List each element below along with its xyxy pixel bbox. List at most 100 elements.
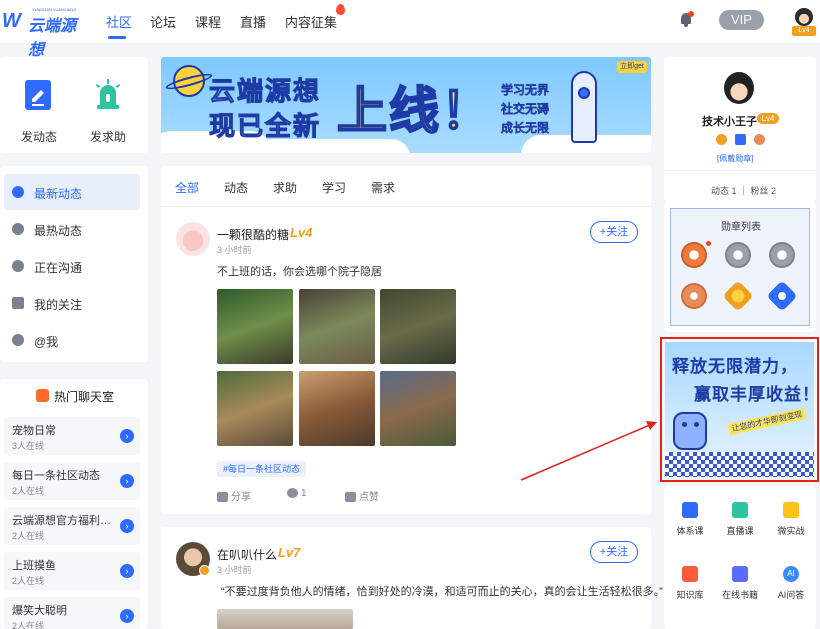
launch-banner[interactable]: 云端源想 现已全新 上线！ 学习无界 社交无碍 成长无限 立即get [161,57,651,153]
chat-rooms-title: 热门聊天室 [54,390,115,404]
banner-line1: 云端源想 [208,76,322,107]
like-label: 点赞 [359,492,379,503]
post-author-level: Lv4 [290,225,313,240]
compass-icon [12,186,24,198]
comment-action[interactable]: 1 [287,488,307,499]
tool-ai-qa[interactable]: AI AI问答 [766,566,816,606]
like-action[interactable]: 点赞 [345,488,379,503]
tool-label: 知识库 [676,590,704,600]
tool-live-course[interactable]: 直播课 [715,502,765,542]
menu-chatting[interactable]: 正在沟通 [4,248,140,284]
room-online-count: 2人在线 [12,531,45,541]
share-icon [217,492,228,503]
logo-text: 云端源想 [28,18,77,59]
chat-room-item[interactable]: 上班摸鱼 2人在线 › [4,552,140,590]
chat-room-item[interactable]: 宠物日常 3人在线 › [4,417,140,455]
nav-live[interactable]: 直播 [240,12,266,31]
user-avatar[interactable]: Lv4 [792,8,816,36]
tab-help[interactable]: 求助 [273,179,297,196]
quick-actions-card: 发动态 发求助 [0,57,148,153]
post-image[interactable] [217,289,293,364]
follow-button[interactable]: +关注 [590,221,638,243]
post-image[interactable] [299,371,375,446]
banner-get-tag[interactable]: 立即get [617,61,647,73]
share-action[interactable]: 分享 [217,488,251,503]
room-name: 爆笑大聪明 [12,605,67,617]
post-author-name[interactable]: 在叭叭什么 [217,546,277,563]
tab-all[interactable]: 全部 [175,179,199,196]
profile-level-badge: Lv4 [757,113,779,124]
robot-eye [682,422,687,427]
tab-demand[interactable]: 需求 [371,179,395,196]
post-image[interactable] [380,371,456,446]
tool-label: AI问答 [777,590,805,600]
chat-room-item[interactable]: 每日一条社区动态 2人在线 › [4,462,140,500]
room-name: 上班摸鱼 [12,560,56,572]
tool-label: 直播课 [726,526,754,536]
post-edit-icon[interactable] [25,80,51,110]
nav-content-call[interactable]: 内容征集 [285,12,337,31]
arrow-right-icon[interactable]: › [120,609,134,623]
tool-course-system[interactable]: 体系课 [665,502,715,542]
post-author-avatar[interactable] [176,222,210,256]
ask-help-button[interactable]: 发求助 [90,128,126,145]
chat-bubble-icon [12,260,24,272]
post-time: 3 小时前 [217,245,252,255]
tool-label: 体系课 [676,526,704,536]
room-name: 云端源想官方福利活动 [12,515,114,527]
arrow-right-icon[interactable]: › [120,474,134,488]
chat-room-item[interactable]: 爆笑大聪明 2人在线 › [4,597,140,629]
tool-online-books[interactable]: 在线书籍 [715,566,765,606]
medal-compass-icon[interactable] [681,242,707,268]
medal-locked-icon[interactable] [725,242,751,268]
notification-bell-icon[interactable] [679,11,694,27]
site-logo[interactable]: W YUNDUAN YUANXIANG 云端源想 [2,7,88,59]
tab-divider [161,206,651,207]
banner-slogan: 成长无限 [501,121,550,135]
menu-label: 我的关注 [34,298,83,312]
medal-locked-icon[interactable] [769,242,795,268]
vip-button[interactable]: VIP [719,10,764,30]
post-image[interactable] [217,371,293,446]
arrow-right-icon[interactable]: › [120,519,134,533]
nav-community[interactable]: 社区 [106,12,132,31]
room-online-count: 2人在线 [12,576,45,586]
post-image[interactable] [380,289,456,364]
wear-medal-link[interactable]: [佩戴勋章] [717,153,753,164]
arrow-right-icon[interactable]: › [120,564,134,578]
alarm-help-icon[interactable] [94,79,122,109]
promo-line1: 释放无限潜力， [672,357,798,376]
nav-courses[interactable]: 课程 [195,12,221,31]
chat-room-item[interactable]: 云端源想官方福利活动 2人在线 › [4,507,140,545]
hot-fire-icon [336,4,345,15]
avatar-level-badge: Lv4 [792,26,816,36]
play-video-icon [732,502,748,518]
menu-label: @我 [34,335,59,349]
nav-forum[interactable]: 论坛 [150,12,176,31]
avatar-image [795,8,813,26]
tool-knowledge-base[interactable]: 知识库 [665,566,715,606]
book-list-icon [682,502,698,518]
profile-divider [664,170,816,171]
post-dynamic-button[interactable]: 发动态 [21,128,57,145]
banner-slogan: 学习无界 [501,83,550,97]
medal-heart-icon[interactable] [681,283,707,309]
medal-mini-icon [754,134,765,145]
medal-new-dot [706,241,711,246]
menu-label: 最热动态 [34,224,83,238]
post-image[interactable] [299,289,375,364]
tab-study[interactable]: 学习 [322,179,346,196]
menu-mentions[interactable]: @我 [4,322,140,358]
menu-hottest[interactable]: 最热动态 [4,211,140,247]
tab-dynamic[interactable]: 动态 [224,179,248,196]
tool-micro-practice[interactable]: 微实战 [766,502,816,542]
post-author-name[interactable]: 一颗很酷的糖 [217,226,289,243]
menu-following[interactable]: 我的关注 [4,285,140,321]
folder-icon [783,502,799,518]
arrow-right-icon[interactable]: › [120,429,134,443]
post-image[interactable] [217,609,353,629]
menu-latest[interactable]: 最新动态 [4,174,140,210]
post-hashtag[interactable]: #每日一条社区动态 [217,461,307,477]
follow-button[interactable]: +关注 [590,541,638,563]
profile-avatar[interactable] [724,72,754,104]
